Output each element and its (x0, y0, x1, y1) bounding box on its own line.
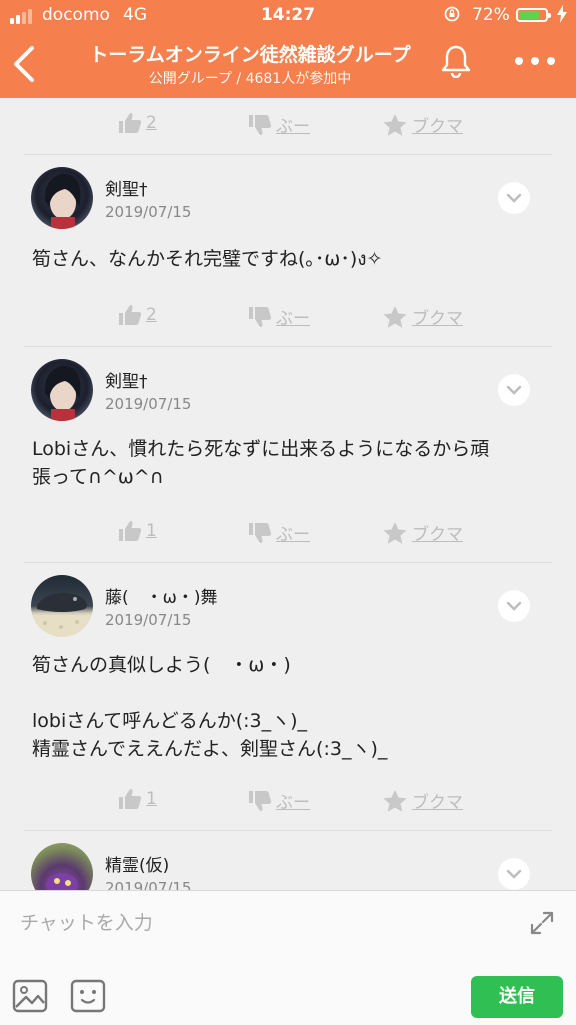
dislike-button[interactable]: ぶー (248, 304, 310, 329)
status-bar: docomo 4G 14:27 72% (0, 0, 576, 30)
author-name[interactable]: 藤( ・ω・)舞 (105, 583, 218, 608)
star-icon (383, 789, 407, 812)
dislike-label: ぶー (276, 309, 310, 329)
dislike-label: ぶー (276, 525, 310, 545)
thumbs-down-icon (249, 522, 272, 543)
thumbs-up-icon (119, 113, 142, 133)
thumbs-up-icon (119, 305, 142, 325)
like-count: 2 (146, 113, 157, 133)
action-bar: 2 ぶー ブクマ (0, 98, 576, 152)
like-count: 2 (146, 305, 157, 325)
battery-percent: 72% (472, 5, 510, 25)
chevron-down-icon (506, 601, 522, 611)
dislike-button[interactable]: ぶー (248, 520, 310, 545)
post-menu-button[interactable] (498, 590, 530, 622)
rotation-lock-icon (444, 6, 460, 22)
divider (24, 562, 552, 563)
post-date: 2019/07/15 (105, 395, 192, 413)
dislike-label: ぶー (276, 117, 310, 137)
thumbs-up-icon (119, 789, 142, 809)
dislike-button[interactable]: ぶー (248, 112, 310, 137)
thumbs-up-icon (119, 521, 142, 541)
divider (24, 346, 552, 347)
expand-icon[interactable] (528, 909, 556, 937)
post-text: 筍さん、なんかそれ完璧ですね(｡･ω･)ง✧ (32, 248, 383, 270)
divider (24, 154, 552, 155)
group-title: トーラムオンライン徒然雑談グループ (89, 44, 411, 66)
thumbs-down-icon (249, 306, 272, 327)
chevron-down-icon (506, 385, 522, 395)
chat-input[interactable] (18, 905, 502, 941)
bell-icon[interactable] (440, 44, 472, 78)
battery-icon (516, 8, 551, 22)
like-count: 1 (146, 521, 157, 541)
thumbs-down-icon (249, 790, 272, 811)
bookmark-label: ブクマ (412, 117, 463, 137)
like-count: 1 (146, 789, 157, 809)
app-header: docomo 4G 14:27 72% トーラムオンライン徒然雑談グループ 公開… (0, 0, 576, 98)
bookmark-label: ブクマ (412, 793, 463, 813)
post-date: 2019/07/15 (105, 203, 192, 221)
bookmark-button[interactable]: ブクマ (382, 520, 463, 545)
action-bar: 2 ぶー ブクマ (0, 290, 576, 344)
dislike-button[interactable]: ぶー (248, 788, 310, 813)
like-button[interactable]: 1 (118, 788, 157, 810)
bookmark-button[interactable]: ブクマ (382, 304, 463, 329)
chevron-down-icon (506, 869, 522, 879)
back-arrow-icon[interactable] (10, 44, 38, 84)
star-icon (383, 305, 407, 328)
bookmark-label: ブクマ (412, 309, 463, 329)
bookmark-button[interactable]: ブクマ (382, 112, 463, 137)
charging-bolt-icon (557, 5, 567, 23)
bookmark-label: ブクマ (412, 525, 463, 545)
post-text: Lobiさん、慣れたら死なずに出来るようになるから頑 張って∩^ω^∩ (32, 438, 490, 488)
star-icon (383, 113, 407, 136)
author-name[interactable]: 剣聖† (105, 367, 148, 392)
chevron-down-icon (506, 193, 522, 203)
like-button[interactable]: 1 (118, 520, 157, 542)
avatar[interactable] (31, 167, 93, 229)
post-text: 筍さんの真似しよう( ・ω・) lobiさんて呼んどるんか(:3_ヽ)_ 精霊さ… (32, 654, 388, 760)
more-options-icon[interactable] (515, 57, 555, 67)
avatar-image (44, 365, 81, 421)
action-bar: 1 ぶー ブクマ (0, 774, 576, 828)
avatar-image (44, 173, 81, 229)
send-button[interactable]: 送信 (471, 976, 563, 1018)
avatar[interactable] (31, 359, 93, 421)
thumbs-down-icon (249, 114, 272, 135)
avatar-image (46, 873, 78, 890)
like-button[interactable]: 2 (118, 304, 157, 326)
image-icon[interactable] (12, 979, 48, 1013)
author-name[interactable]: 剣聖† (105, 175, 148, 200)
bookmark-button[interactable]: ブクマ (382, 788, 463, 813)
post-date: 2019/07/15 (105, 879, 192, 890)
avatar[interactable] (31, 843, 93, 890)
author-name[interactable]: 精霊(仮) (105, 851, 169, 876)
chat-feed[interactable]: 2 ぶー ブクマ 剣聖† 2019/07/15 筍さん、なんかそれ完璧ですね(｡… (0, 98, 576, 890)
divider (24, 830, 552, 831)
post-date: 2019/07/15 (105, 611, 192, 629)
avatar[interactable] (31, 575, 93, 637)
post-menu-button[interactable] (498, 182, 530, 214)
action-bar: 1 ぶー ブクマ (0, 506, 576, 560)
star-icon (383, 521, 407, 544)
post-menu-button[interactable] (498, 374, 530, 406)
avatar-image (31, 592, 93, 637)
post-menu-button[interactable] (498, 858, 530, 890)
dislike-label: ぶー (276, 793, 310, 813)
sticker-icon[interactable] (70, 979, 106, 1013)
group-subtitle: 公開グループ / 4681人が参加中 (148, 71, 352, 87)
like-button[interactable]: 2 (118, 112, 157, 134)
chat-composer: 送信 (0, 890, 576, 1025)
